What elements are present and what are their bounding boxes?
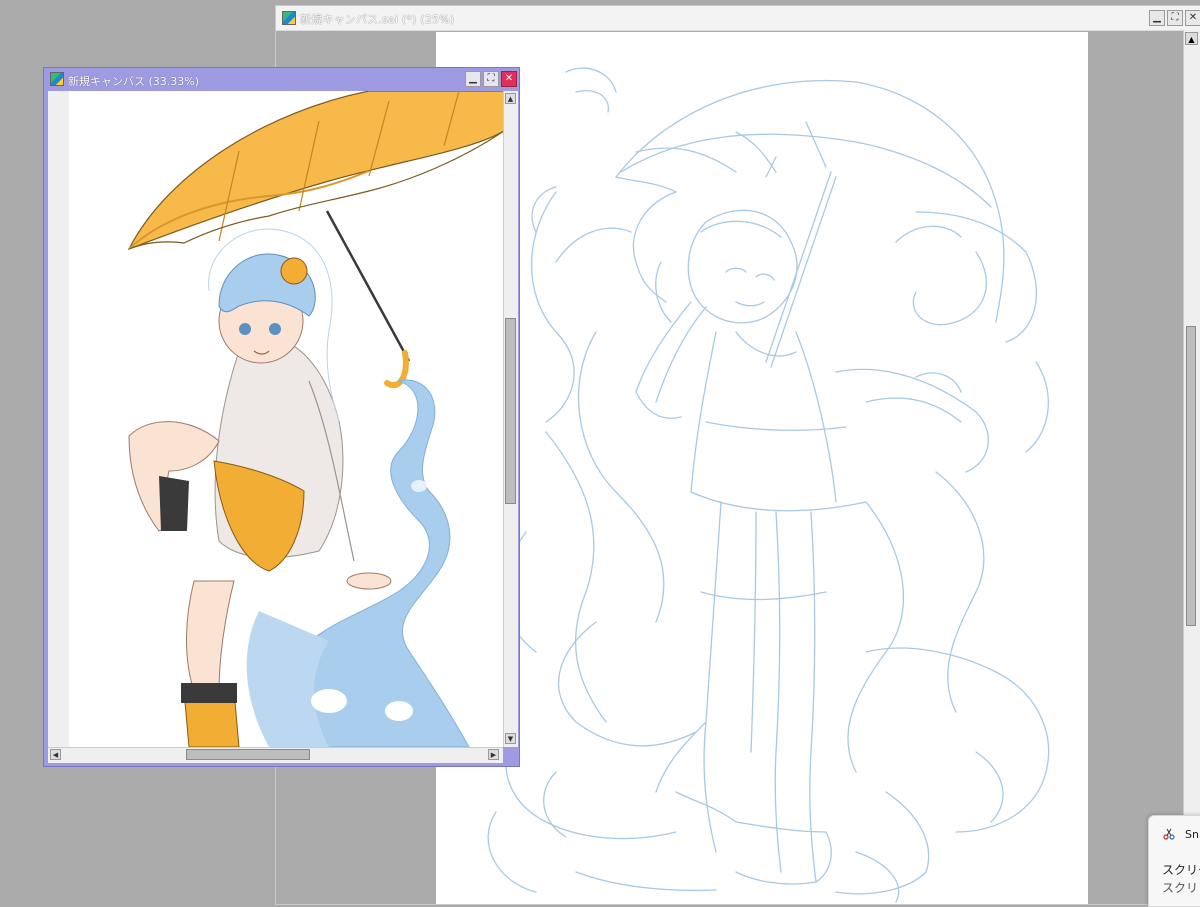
illustration-window-title: 新規キャンバス (33.33%): [68, 75, 200, 88]
scroll-right-arrow-icon[interactable]: ▶: [488, 749, 499, 760]
close-icon[interactable]: ✕: [501, 71, 517, 87]
sketch-vertical-scrollbar[interactable]: ▲: [1183, 30, 1200, 904]
snip-notification-toast[interactable]: Sni スクリー スクリ: [1148, 815, 1200, 907]
illustration-artwork: [127, 91, 504, 747]
scroll-down-arrow-icon[interactable]: ▼: [505, 733, 516, 744]
sai-app-icon: [282, 11, 296, 25]
illustration-canvas-window[interactable]: 新規キャンバス (33.33%) ▁ ⛶ ✕ ▲ ▼ ◀ ▶: [43, 67, 520, 767]
minimize-icon[interactable]: ▁: [1149, 10, 1165, 26]
illustration-window-titlebar[interactable]: 新規キャンバス (33.33%) ▁ ⛶ ✕: [44, 68, 519, 90]
sketch-window-title: 新規キャンバス.sai (*) (25%): [300, 13, 455, 26]
sai-app-icon: [50, 72, 64, 86]
illustration-horizontal-scrollbar[interactable]: ◀ ▶: [48, 747, 503, 763]
illustration-canvas-page[interactable]: [69, 91, 504, 747]
sketch-vertical-scroll-thumb[interactable]: [1186, 326, 1196, 626]
snip-app-name: Sni: [1185, 828, 1200, 841]
sketch-drawing-canvas[interactable]: [436, 32, 1088, 904]
illustration-drawing-canvas[interactable]: [48, 91, 504, 747]
minimize-icon[interactable]: ▁: [465, 71, 481, 87]
illustration-vertical-scroll-thumb[interactable]: [505, 318, 516, 504]
scroll-up-arrow-icon[interactable]: ▲: [1185, 32, 1198, 45]
sketch-artwork: [487, 67, 1050, 903]
sketch-window-titlebar[interactable]: 新規キャンバス.sai (*) (25%) ▁ ⛶ ✕: [276, 6, 1200, 31]
scroll-up-arrow-icon[interactable]: ▲: [505, 93, 516, 104]
maximize-icon[interactable]: ⛶: [1167, 10, 1183, 26]
snipping-tool-icon: [1163, 828, 1175, 840]
maximize-icon[interactable]: ⛶: [483, 71, 499, 87]
snip-message-title: スクリー: [1162, 863, 1200, 877]
close-icon[interactable]: ✕: [1185, 10, 1200, 26]
scroll-left-arrow-icon[interactable]: ◀: [50, 749, 61, 760]
illustration-horizontal-scroll-thumb[interactable]: [186, 749, 310, 760]
illustration-vertical-scrollbar[interactable]: ▲ ▼: [503, 91, 518, 747]
snip-message-body: スクリ: [1162, 881, 1199, 895]
